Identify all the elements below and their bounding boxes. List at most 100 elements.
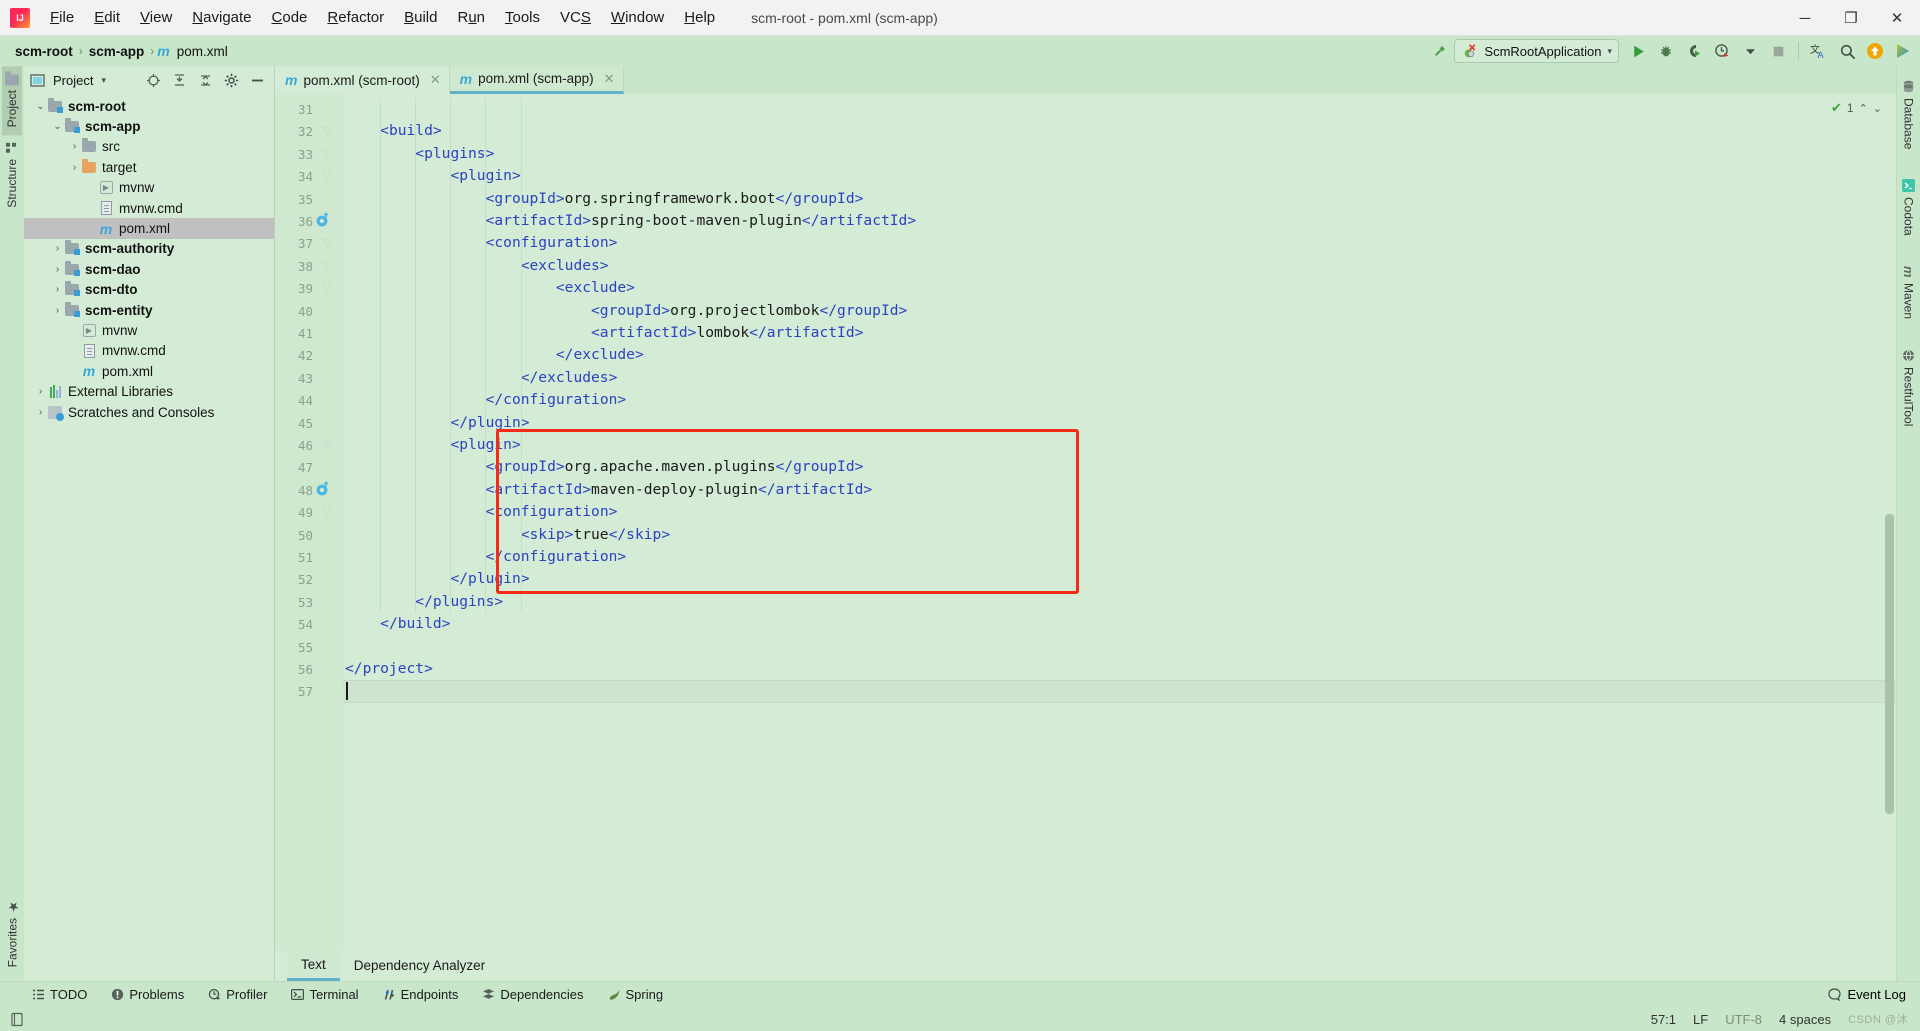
code-fold-icon[interactable]: ▽ bbox=[319, 236, 335, 249]
memory-indicator-icon[interactable] bbox=[10, 1012, 24, 1027]
sidebar-tab-restfultool[interactable]: RestfulTool bbox=[1899, 341, 1919, 434]
close-button[interactable]: ✕ bbox=[1874, 0, 1920, 36]
tree-expand-arrow-icon[interactable]: › bbox=[51, 305, 64, 316]
menu-item-edit[interactable]: Edit bbox=[84, 5, 130, 30]
tree-node-pom-xml[interactable]: m pom.xml bbox=[24, 218, 274, 239]
line-separator[interactable]: LF bbox=[1693, 1012, 1708, 1027]
tree-node-src[interactable]: › src bbox=[24, 137, 274, 157]
update-button[interactable] bbox=[1862, 39, 1888, 63]
menu-item-help[interactable]: Help bbox=[674, 5, 725, 30]
caret-position[interactable]: 57:1 bbox=[1651, 1012, 1676, 1027]
editor-vertical-scrollbar[interactable] bbox=[1885, 514, 1894, 814]
build-hammer-icon[interactable] bbox=[1426, 39, 1452, 63]
translate-button[interactable]: 文 A bbox=[1806, 39, 1832, 63]
sidebar-tab-favorites[interactable]: Favorites ★ bbox=[2, 890, 23, 975]
tree-node-mvnw-cmd[interactable]: mvnw.cmd bbox=[24, 198, 274, 218]
chevron-down-icon[interactable]: ▾ bbox=[1607, 46, 1612, 57]
tree-node-scm-authority[interactable]: › scm-authority bbox=[24, 239, 274, 259]
indent-setting[interactable]: 4 spaces bbox=[1779, 1012, 1831, 1027]
menu-item-run[interactable]: Run bbox=[447, 5, 495, 30]
tree-node-mvnw-cmd[interactable]: mvnw.cmd bbox=[24, 341, 274, 361]
tree-node-target[interactable]: › target bbox=[24, 157, 274, 177]
close-tab-icon[interactable]: ✕ bbox=[430, 72, 441, 88]
spring-bean-gutter-icon[interactable] bbox=[315, 212, 331, 228]
tree-node-scm-dao[interactable]: › scm-dao bbox=[24, 259, 274, 279]
locate-icon[interactable] bbox=[142, 69, 164, 91]
chevron-up-icon[interactable]: ⌃ bbox=[1859, 102, 1868, 115]
bottom-tool-terminal[interactable]: Terminal bbox=[287, 985, 362, 1004]
code-pane[interactable]: <build> <plugins> <plugin> <groupId>org.… bbox=[343, 94, 1896, 951]
breadcrumb-item-pom-xml[interactable]: pom.xml bbox=[174, 42, 231, 61]
run-button[interactable] bbox=[1625, 39, 1651, 63]
menu-item-view[interactable]: View bbox=[130, 5, 182, 30]
editor-subtab-text[interactable]: Text bbox=[287, 951, 340, 981]
tree-expand-arrow-icon[interactable]: › bbox=[51, 284, 64, 295]
tree-expand-arrow-icon[interactable]: › bbox=[34, 386, 47, 397]
menu-item-window[interactable]: Window bbox=[601, 5, 674, 30]
profiler-dropdown-icon[interactable] bbox=[1737, 39, 1763, 63]
tree-node-mvnw[interactable]: ▶ mvnw bbox=[24, 320, 274, 340]
menu-item-file[interactable]: File bbox=[40, 5, 84, 30]
stop-button[interactable] bbox=[1765, 39, 1791, 63]
tree-expand-arrow-icon[interactable]: › bbox=[68, 141, 81, 152]
code-fold-icon[interactable]: ▽ bbox=[319, 281, 335, 294]
editor-subtab-dependency-analyzer[interactable]: Dependency Analyzer bbox=[340, 953, 499, 979]
search-everywhere-button[interactable] bbox=[1834, 39, 1860, 63]
code-fold-icon[interactable]: ▽ bbox=[319, 147, 335, 160]
menu-item-tools[interactable]: Tools bbox=[495, 5, 550, 30]
run-configuration-selector[interactable]: ScmRootApplication ▾ bbox=[1454, 39, 1619, 63]
expand-all-icon[interactable] bbox=[168, 69, 190, 91]
code-fold-icon[interactable]: ▽ bbox=[319, 259, 335, 272]
collapse-all-icon[interactable] bbox=[194, 69, 216, 91]
menu-item-vcs[interactable]: VCS bbox=[550, 5, 601, 30]
minimize-button[interactable]: ─ bbox=[1782, 0, 1828, 36]
bottom-tool-dependencies[interactable]: Dependencies bbox=[478, 985, 587, 1004]
code-fold-icon[interactable]: ▽ bbox=[319, 438, 335, 451]
editor-tab-2[interactable]: m pom.xml (scm-app) ✕ bbox=[449, 66, 624, 94]
settings-gear-icon[interactable] bbox=[220, 69, 242, 91]
bottom-tool-spring[interactable]: Spring bbox=[604, 985, 668, 1004]
bottom-tool-problems[interactable]: Problems bbox=[107, 985, 188, 1004]
menu-item-build[interactable]: Build bbox=[394, 5, 447, 30]
chevron-down-icon[interactable]: ▾ bbox=[101, 75, 106, 86]
hide-panel-icon[interactable] bbox=[246, 69, 268, 91]
tree-expand-arrow-icon[interactable]: ⌄ bbox=[51, 121, 64, 132]
breadcrumb-item-scm-app[interactable]: scm-app bbox=[86, 42, 148, 61]
sidebar-tab-database[interactable]: Database bbox=[1899, 72, 1919, 157]
close-tab-icon[interactable]: ✕ bbox=[604, 71, 615, 87]
editor-gutter[interactable]: 31 32 ▽ 33 ▽ 34 ▽ 35 36 37 ▽ 38 ▽ 39 ▽ 40 41 42 43 44 45 46 ▽ 4… bbox=[275, 94, 343, 951]
tree-node-scm-root[interactable]: ⌄ scm-root bbox=[24, 96, 274, 116]
tree-expand-arrow-icon[interactable]: › bbox=[51, 264, 64, 275]
maximize-button[interactable]: ❐ bbox=[1828, 0, 1874, 36]
tree-node-external-libraries[interactable]: › External Libraries bbox=[24, 381, 274, 401]
bottom-tool-endpoints[interactable]: Endpoints bbox=[379, 985, 463, 1004]
menu-item-navigate[interactable]: Navigate bbox=[182, 5, 261, 30]
run-with-coverage-button[interactable] bbox=[1681, 39, 1707, 63]
sidebar-tab-maven[interactable]: m Maven bbox=[1898, 258, 1919, 327]
sidebar-tab-project[interactable]: Project bbox=[2, 66, 22, 136]
breadcrumb-item-scm-root[interactable]: scm-root bbox=[12, 42, 76, 61]
spring-bean-gutter-icon[interactable] bbox=[315, 481, 331, 497]
editor-tab-1[interactable]: m pom.xml (scm-root) ✕ bbox=[275, 66, 450, 94]
bottom-tool-profiler[interactable]: Profiler bbox=[204, 985, 271, 1004]
debug-button[interactable] bbox=[1653, 39, 1679, 63]
code-editor[interactable]: 31 32 ▽ 33 ▽ 34 ▽ 35 36 37 ▽ 38 ▽ 39 ▽ 40 41 42 43 44 45 46 ▽ 4… bbox=[275, 94, 1896, 951]
menu-item-refactor[interactable]: Refactor bbox=[317, 5, 394, 30]
tree-node-scm-dto[interactable]: › scm-dto bbox=[24, 280, 274, 300]
tree-node-scm-entity[interactable]: › scm-entity bbox=[24, 300, 274, 320]
code-fold-icon[interactable]: ▽ bbox=[319, 505, 335, 518]
file-encoding[interactable]: UTF-8 bbox=[1725, 1012, 1762, 1027]
code-fold-icon[interactable]: ▽ bbox=[319, 124, 335, 137]
tree-node-mvnw[interactable]: ▶ mvnw bbox=[24, 178, 274, 198]
tree-node-scratches-and-consoles[interactable]: › Scratches and Consoles bbox=[24, 402, 274, 422]
menu-item-code[interactable]: Code bbox=[262, 5, 318, 30]
tree-expand-arrow-icon[interactable]: ⌄ bbox=[34, 101, 47, 112]
tree-node-pom-xml[interactable]: m pom.xml bbox=[24, 361, 274, 381]
tree-expand-arrow-icon[interactable]: › bbox=[34, 407, 47, 418]
project-tree[interactable]: ⌄ scm-root ⌄ scm-app › src › target ▶ mvnw mvnw.cm… bbox=[24, 94, 274, 981]
sidebar-tab-codota[interactable]: Codota bbox=[1899, 171, 1919, 244]
profiler-button[interactable] bbox=[1709, 39, 1735, 63]
ide-eye-button[interactable] bbox=[1890, 39, 1916, 63]
chevron-down-icon[interactable]: ⌄ bbox=[1873, 102, 1882, 115]
bottom-tool-todo[interactable]: TODO bbox=[28, 985, 91, 1004]
